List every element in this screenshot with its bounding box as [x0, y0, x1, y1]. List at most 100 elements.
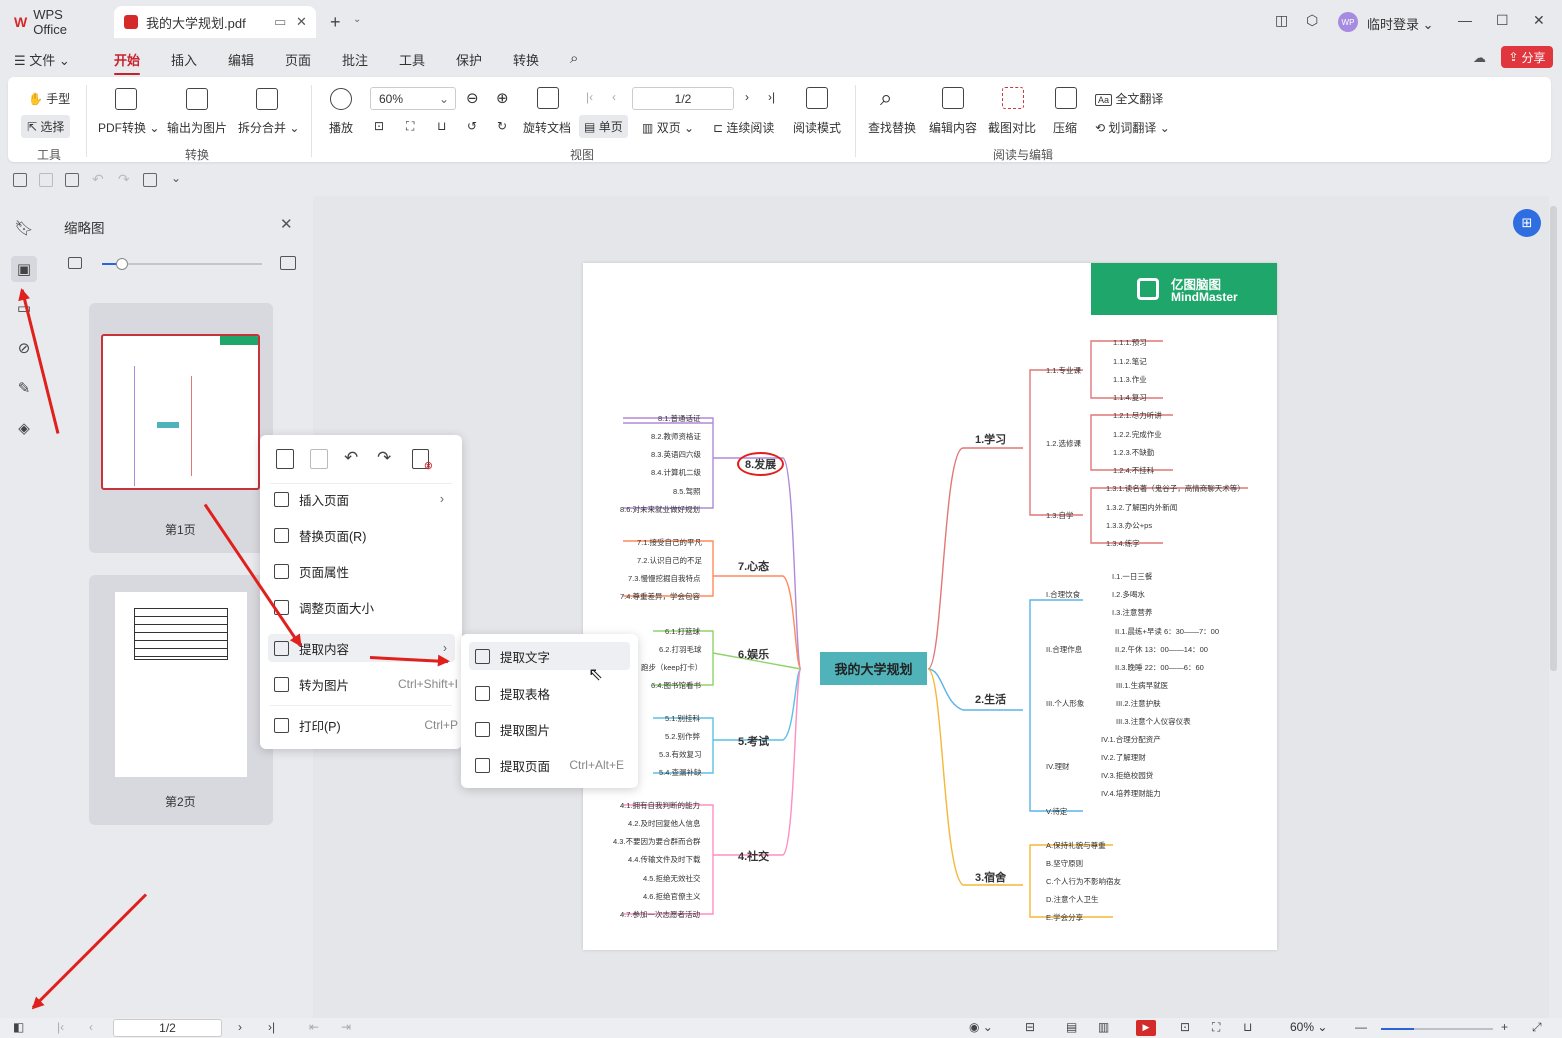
resize-page-item[interactable]: 调整页面大小 — [270, 593, 452, 621]
menu-tools[interactable]: 工具 — [399, 50, 425, 69]
layout-icon[interactable]: ◫ — [1275, 12, 1288, 29]
rotate-right-page-icon[interactable]: ↷ — [377, 448, 391, 468]
menu-edit[interactable]: 编辑 — [228, 50, 254, 69]
menu-page[interactable]: 页面 — [285, 50, 311, 69]
zoom-out-icon[interactable]: ⊖ — [466, 89, 479, 107]
fit-width-icon[interactable]: ⊟ — [1025, 1020, 1035, 1034]
open-folder-icon[interactable] — [13, 173, 27, 187]
floating-tool-icon[interactable]: ⊞ — [1513, 209, 1541, 237]
single-page-button[interactable]: ▤ 单页 — [579, 115, 628, 138]
quick-access-dropdown-icon[interactable]: ⌄ — [171, 171, 181, 185]
menu-insert[interactable]: 插入 — [171, 50, 197, 69]
menu-start[interactable]: 开始 — [114, 50, 141, 75]
minimize-icon[interactable]: — — [1458, 12, 1472, 28]
select-tool[interactable]: ⇱ 选择 — [21, 115, 71, 138]
avatar[interactable]: WP — [1338, 12, 1358, 32]
split-merge-button[interactable]: 拆分合并 ⌄ — [238, 119, 299, 136]
bookmark-icon[interactable]: 🔖︎ — [14, 218, 34, 238]
forward-icon[interactable]: ⇥ — [341, 1020, 351, 1034]
compare-button[interactable]: 截图对比 — [988, 119, 1036, 136]
fit-page-icon[interactable]: ⛶ — [406, 119, 414, 134]
page-thumb-1[interactable]: 第1页 — [89, 303, 273, 553]
copy-page-icon[interactable] — [276, 449, 294, 469]
double-page-button[interactable]: ▥ 双页 ⌄ — [642, 119, 694, 136]
slider-handle[interactable] — [116, 258, 128, 270]
full-translate-button[interactable]: Aa 全文翻译 — [1095, 90, 1163, 107]
print-item[interactable]: 打印(P) Ctrl+P — [270, 711, 458, 739]
first-page-icon[interactable]: |‹ — [57, 1020, 64, 1034]
close-window-icon[interactable]: ✕ — [1533, 12, 1545, 29]
save-icon[interactable] — [39, 173, 53, 187]
replace-page-item[interactable]: 替换页面(R) — [270, 521, 452, 549]
menu-protect[interactable]: 保护 — [456, 50, 482, 69]
back-icon[interactable]: ⇤ — [309, 1020, 319, 1034]
insert-page-item[interactable]: 插入页面 › — [270, 485, 452, 513]
compress-button[interactable]: 压缩 — [1053, 119, 1077, 136]
first-page-icon[interactable]: |‹ — [586, 90, 593, 104]
single-page-icon[interactable]: ▤ — [1066, 1020, 1077, 1034]
rotate-right-icon[interactable]: ↻ — [497, 119, 507, 133]
maximize-icon[interactable]: ☐ — [1496, 12, 1509, 29]
prev-page-icon[interactable]: ‹ — [89, 1020, 93, 1034]
page-props-item[interactable]: 页面属性 — [270, 557, 452, 585]
find-replace-button[interactable]: 查找替换 — [868, 119, 916, 136]
last-page-icon[interactable]: ›| — [768, 90, 775, 104]
undo-icon[interactable]: ↶ — [92, 171, 104, 188]
last-page-icon[interactable]: ›| — [268, 1020, 275, 1034]
cube-icon[interactable]: ⬡ — [1306, 12, 1318, 29]
next-page-icon[interactable]: › — [745, 90, 749, 104]
close-tab-icon[interactable]: ✕ — [296, 14, 307, 30]
small-thumb-icon[interactable] — [68, 257, 82, 269]
to-image-item[interactable]: 转为图片 Ctrl+Shift+I — [270, 670, 458, 698]
tab-dropdown-icon[interactable]: ⌄ — [353, 14, 361, 25]
fit-page-icon[interactable]: ⛶ — [1212, 1020, 1220, 1035]
continuous-read-button[interactable]: ⊏ 连续阅读 — [713, 119, 774, 136]
rotate-doc-button[interactable]: 旋转文档 — [523, 119, 571, 136]
fullscreen-icon[interactable]: ⤢ — [1532, 1020, 1542, 1035]
fit-width-icon[interactable]: ⊔ — [437, 119, 446, 133]
word-translate-button[interactable]: ⟲ 划词翻译 ⌄ — [1095, 119, 1170, 136]
status-zoom-select[interactable]: 60% ⌄ — [1290, 1020, 1327, 1034]
extract-table-item[interactable]: 提取表格 — [471, 679, 550, 707]
eye-icon[interactable]: ◉ ⌄ — [969, 1020, 993, 1034]
paste-page-icon[interactable] — [310, 449, 328, 469]
fit-height-icon[interactable]: ⊔ — [1243, 1020, 1252, 1034]
new-tab-button[interactable]: + — [330, 12, 341, 33]
wps-home-tab[interactable]: W WPS Office — [4, 6, 108, 38]
signature-icon[interactable]: ✎ — [14, 378, 34, 398]
sidebar-toggle-icon[interactable]: ◧ — [13, 1020, 24, 1034]
actual-size-icon[interactable]: ⊡ — [1180, 1020, 1190, 1034]
export-image-button[interactable]: 输出为图片 — [167, 119, 227, 136]
zoom-out-icon[interactable]: — — [1355, 1020, 1367, 1034]
share-button[interactable]: ⇪ 分享 — [1501, 46, 1553, 68]
play-button[interactable]: 播放 — [329, 119, 353, 136]
page-input[interactable]: 1/2 — [632, 87, 734, 110]
extract-page-item[interactable]: 提取页面 Ctrl+Alt+E — [471, 751, 624, 779]
tab-window-icon[interactable]: ▭ — [274, 14, 286, 30]
status-page-input[interactable]: 1/2 — [113, 1019, 222, 1037]
copy-format-icon[interactable] — [143, 173, 157, 187]
search-icon[interactable]: ⌕ — [570, 50, 578, 67]
pdf-convert-button[interactable]: PDF转换 ⌄ — [98, 119, 159, 136]
fit-actual-icon[interactable]: ⊡ — [374, 119, 384, 133]
zoom-select[interactable]: 60% ⌄ — [370, 87, 456, 110]
double-page-icon[interactable]: ▥ — [1098, 1020, 1109, 1034]
edit-content-button[interactable]: 编辑内容 — [929, 119, 977, 136]
prev-page-icon[interactable]: ‹ — [612, 90, 616, 104]
next-page-icon[interactable]: › — [238, 1020, 242, 1034]
vertical-scrollbar[interactable] — [1550, 206, 1557, 671]
rotate-left-page-icon[interactable]: ↶ — [344, 448, 358, 468]
redo-icon[interactable]: ↷ — [118, 171, 130, 188]
doc-tab[interactable]: 我的大学规划.pdf ▭ ✕ — [114, 6, 316, 38]
menu-annotate[interactable]: 批注 — [342, 50, 368, 69]
file-menu[interactable]: ☰ 文件 ⌄ — [14, 50, 70, 69]
cloud-icon[interactable]: ☁ — [1473, 50, 1486, 66]
hand-tool[interactable]: ✋ 手型 — [28, 90, 70, 107]
layers-icon[interactable]: ◈ — [14, 418, 34, 438]
play-icon[interactable]: ▶ — [1136, 1020, 1156, 1036]
thumbnail-icon[interactable]: ▣ — [11, 256, 37, 282]
read-mode-button[interactable]: 阅读模式 — [793, 119, 841, 136]
page-thumb-2[interactable]: 第2页 — [89, 575, 273, 825]
print-icon[interactable] — [65, 173, 79, 187]
delete-page-icon[interactable]: ⊗ — [412, 449, 433, 472]
